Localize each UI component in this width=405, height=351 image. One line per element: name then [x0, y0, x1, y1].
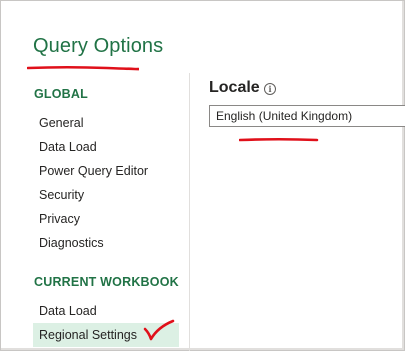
sidebar-item-security[interactable]: Security [33, 183, 179, 207]
dialog-title: Query Options [33, 35, 164, 57]
query-options-dialog: Query Options GLOBAL General Data Load P… [0, 0, 405, 351]
section-header-global: GLOBAL [34, 87, 88, 101]
locale-select[interactable]: English (United Kingdom) [209, 105, 405, 127]
locale-heading: Locale [209, 79, 260, 96]
section-header-current-workbook: CURRENT WORKBOOK [34, 275, 179, 289]
info-icon[interactable]: i [264, 83, 276, 95]
sidebar-item-general[interactable]: General [33, 111, 179, 135]
locale-underline-annotation [239, 137, 319, 142]
title-underline-annotation [27, 65, 139, 71]
sidebar-item-power-query-editor[interactable]: Power Query Editor [33, 159, 179, 183]
sidebar-item-privacy[interactable]: Privacy [33, 207, 179, 231]
checkmark-annotation [143, 319, 175, 341]
sidebar-item-data-load[interactable]: Data Load [33, 135, 179, 159]
sidebar: GLOBAL General Data Load Power Query Edi… [25, 73, 190, 351]
sidebar-item-diagnostics[interactable]: Diagnostics [33, 231, 179, 255]
